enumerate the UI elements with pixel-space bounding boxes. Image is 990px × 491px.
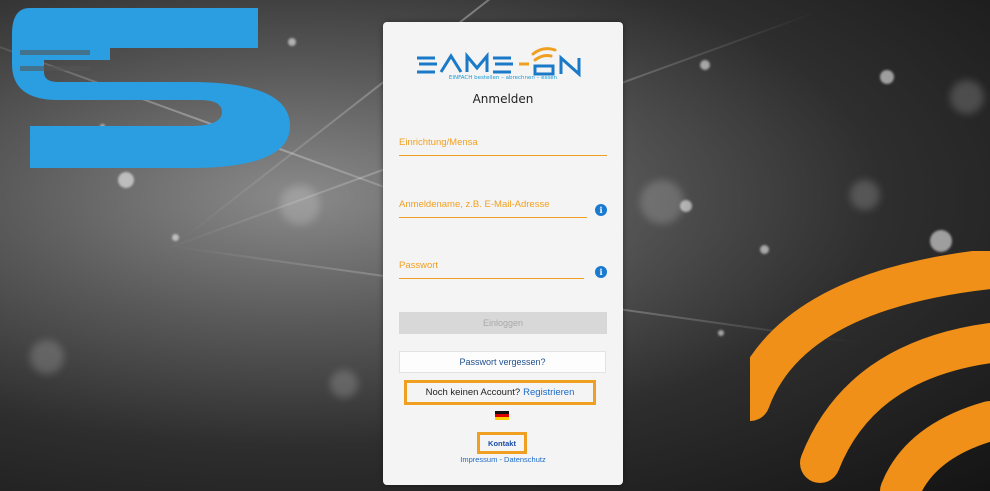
bokeh-light <box>30 340 64 374</box>
bokeh-light <box>118 172 134 188</box>
login-title: Anmelden <box>472 92 534 106</box>
bokeh-light <box>172 234 179 241</box>
bokeh-light <box>330 370 358 398</box>
bokeh-light <box>880 70 894 84</box>
login-screen: EINFACH bestellen – abrechnen – essen An… <box>0 0 990 491</box>
footer-links: Impressum - Datenschutz <box>383 455 623 464</box>
password-underline <box>399 278 584 279</box>
username-input[interactable] <box>399 199 587 210</box>
bokeh-light <box>850 180 880 210</box>
forgot-password-button[interactable]: Passwort vergessen? <box>399 351 606 373</box>
bokeh-light <box>718 330 724 336</box>
bokeh-light <box>930 230 952 252</box>
flag-de-icon[interactable] <box>495 411 509 420</box>
bokeh-light <box>700 60 710 70</box>
login-card: EINFACH bestellen – abrechnen – essen An… <box>383 22 623 485</box>
register-prompt: Noch keinen Account? Registrieren <box>404 380 596 405</box>
bokeh-light <box>640 180 684 224</box>
no-account-text: Noch keinen Account? <box>425 387 521 398</box>
impressum-link[interactable]: Impressum <box>460 455 497 464</box>
privacy-link[interactable]: Datenschutz <box>504 455 546 464</box>
sams-on-logo-icon <box>417 47 581 78</box>
login-button[interactable]: Einloggen <box>399 312 607 334</box>
contact-label: Kontakt <box>488 438 516 448</box>
password-info-icon[interactable]: i <box>595 266 607 278</box>
cutlery-logo-icon <box>12 8 290 168</box>
wifi-logo-icon <box>750 251 990 491</box>
facility-underline <box>399 155 607 156</box>
facility-input[interactable] <box>399 137 607 148</box>
password-input[interactable] <box>399 260 584 271</box>
username-info-icon[interactable]: i <box>595 204 607 216</box>
contact-button[interactable]: Kontakt <box>477 432 527 454</box>
register-link[interactable]: Registrieren <box>523 387 574 398</box>
brand-tagline: EINFACH bestellen – abrechnen – essen <box>448 75 558 81</box>
bokeh-light <box>680 200 692 212</box>
bokeh-light <box>950 80 984 114</box>
username-underline <box>399 217 587 218</box>
bokeh-light <box>280 185 320 225</box>
